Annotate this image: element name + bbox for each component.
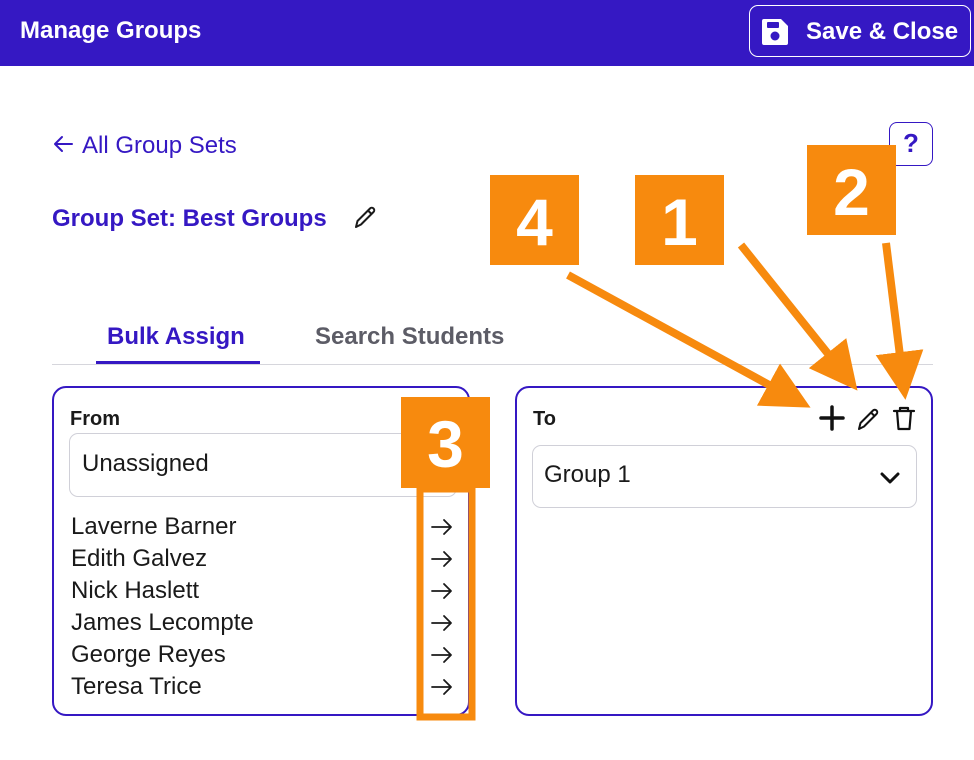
- arrow-right-icon[interactable]: [429, 642, 455, 668]
- arrow-right-icon[interactable]: [429, 610, 455, 636]
- save-icon: [762, 19, 788, 45]
- plus-icon[interactable]: [817, 402, 847, 434]
- annotation-arrow-1: [737, 242, 858, 391]
- list-item: Teresa Trice: [71, 670, 461, 702]
- from-selected-value: Unassigned: [82, 450, 209, 477]
- student-list: Laverne Barner Edith Galvez Nick Haslett…: [71, 510, 461, 702]
- back-link-label: All Group Sets: [82, 132, 237, 159]
- arrow-right-icon[interactable]: [429, 546, 455, 572]
- arrow-left-icon: [52, 132, 74, 160]
- group-set-title: Group Set: Best Groups: [52, 205, 327, 232]
- page-title: Manage Groups: [20, 17, 202, 44]
- student-name: Laverne Barner: [71, 513, 237, 540]
- chevron-down-icon: [880, 472, 900, 484]
- student-name: Edith Galvez: [71, 545, 208, 572]
- list-item: Laverne Barner: [71, 510, 461, 542]
- to-label: To: [533, 408, 556, 430]
- student-name: James Lecompte: [71, 609, 254, 636]
- save-and-close-label: Save & Close: [806, 18, 959, 45]
- arrow-right-icon[interactable]: [429, 514, 455, 540]
- annotation-arrow-4: [566, 271, 811, 408]
- to-selected-value: Group 1: [544, 461, 631, 488]
- from-group-select[interactable]: Unassigned: [69, 433, 457, 497]
- list-item: Edith Galvez: [71, 542, 461, 574]
- list-item: James Lecompte: [71, 606, 461, 638]
- save-and-close-button[interactable]: Save & Close: [749, 5, 971, 57]
- header-bar: Manage Groups Save & Close: [0, 0, 974, 66]
- annotation-callout-4: 4: [490, 175, 579, 265]
- pencil-icon[interactable]: [351, 204, 379, 232]
- annotation-callout-3: 3: [401, 397, 490, 488]
- list-item: George Reyes: [71, 638, 461, 670]
- back-to-group-sets-link[interactable]: All Group Sets: [52, 132, 237, 160]
- pencil-icon[interactable]: [853, 402, 883, 434]
- student-name: Teresa Trice: [71, 673, 202, 700]
- list-item: Nick Haslett: [71, 574, 461, 606]
- tabs-divider: [52, 364, 933, 365]
- student-name: George Reyes: [71, 641, 226, 668]
- arrow-right-icon[interactable]: [429, 674, 455, 700]
- trash-icon[interactable]: [889, 402, 919, 434]
- annotation-callout-1: 1: [635, 175, 724, 265]
- student-name: Nick Haslett: [71, 577, 200, 604]
- to-panel: To Group 1: [515, 386, 933, 716]
- tab-bulk-assign[interactable]: Bulk Assign: [107, 323, 245, 351]
- arrow-right-icon[interactable]: [429, 578, 455, 604]
- from-label: From: [70, 408, 120, 430]
- annotation-arrow-2: [875, 242, 924, 400]
- tab-search-students[interactable]: Search Students: [315, 323, 504, 351]
- to-group-select[interactable]: Group 1: [532, 445, 917, 508]
- annotation-callout-2: 2: [807, 145, 896, 235]
